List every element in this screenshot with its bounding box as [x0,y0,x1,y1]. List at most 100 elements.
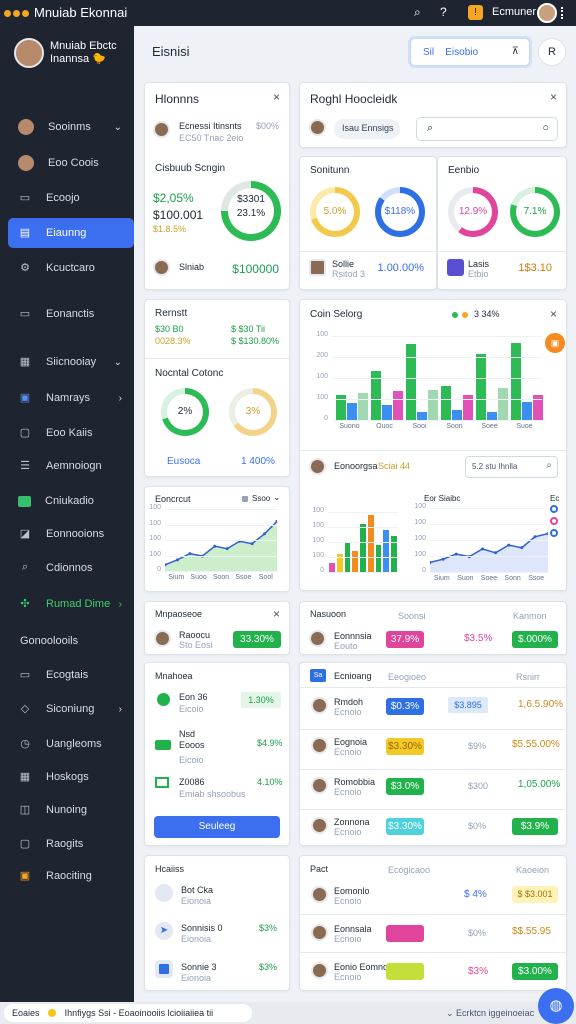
subchart-legend: Ec [550,494,560,503]
gridline [430,508,548,509]
row-sub: Ecnoio [334,896,362,906]
gridline [165,509,277,510]
card-coin-chart: Coin Selorg 3 34% × ▣ Eonoorgsa Sciai 44… [299,299,568,591]
y-tick-label: 100 [149,535,161,542]
x-tick-label: Ouoc [376,423,393,430]
chart-bar [498,388,508,420]
filter-chip[interactable]: Isau Ennsigs [334,119,400,139]
sidebar-item-label: Siconiung [46,703,95,715]
row-percent: $300 [468,781,489,791]
status-badge: $3.9% [512,818,558,835]
gridline [332,336,542,337]
sidebar-item-19[interactable]: ◫ Nunoing [8,795,134,825]
column-header: Kaoeion [516,865,550,875]
row-sub: Rsitod 3 [332,269,366,279]
sidebar-item-12[interactable]: ⌕ Cdionnos [8,553,134,583]
close-icon[interactable]: × [550,307,557,321]
profile-name: Mnuiab Ebctc Inannsa 🐤 [50,40,117,65]
card-rings-a: Sonitunn 5.0% $118% Sollie Rsitod 3 1.00… [299,156,438,290]
sidebar-item-4[interactable]: ⚙ Kcuctcaro [8,253,134,283]
sidebar-item-8[interactable]: ▢ Eoo Kaiis [8,418,134,448]
window-controls[interactable] [4,8,31,20]
close-icon[interactable]: × [550,90,557,104]
x-tick-label: Soon [212,574,230,581]
avatar [311,962,328,979]
y-tick-label: 100 [414,535,426,542]
sidebar-item-11[interactable]: ◪ Eonnooions [8,519,134,549]
help-icon[interactable]: ? [440,5,447,19]
row-value: 1,6.5.90% [518,699,564,710]
y-tick-label: 0 [324,415,328,422]
gridline [165,555,277,557]
status-dot-icon [48,1009,57,1017]
avatar [311,737,328,754]
sidebar-item-3[interactable]: ▤ Eiaunng [8,218,134,248]
sidebar-item-6[interactable]: ▦ Siicnooiay ⌄ [8,347,134,377]
gridline [328,512,398,513]
sidebar-item-13[interactable]: ✣ Rumad Dime › [8,589,134,619]
status-pill[interactable]: Eoaies Ihnfiygs Ssi - Eoaoinooiis lcioii… [4,1004,252,1022]
box-icon: ◪ [19,528,31,540]
sidebar-item-18[interactable]: ▦ Hoskogs [8,762,134,792]
status-badge: $3.30% [386,738,424,755]
row-sub: Eouto [334,641,358,651]
sidebar-profile[interactable]: Mnuiab Ebctc Inannsa 🐤 [14,38,117,71]
row-value: 1.00.00% [377,262,424,274]
column-header: Rsnirr [516,672,540,682]
sidebar-item-5[interactable]: ▭ Eonanctis [8,299,134,329]
chart-bar [452,409,462,420]
legend-swatch [242,496,248,502]
close-icon[interactable]: × [273,90,280,104]
donut-label: $118% [384,206,416,217]
row-name: Romobbia [334,777,376,787]
card-title: Rernstt [155,308,188,319]
card-title: Hlonnns [155,92,200,106]
sidebar-item-label: Rumad Dime [46,598,111,610]
footer-link[interactable]: Eusoca [167,456,200,467]
search-icon: ○ [542,122,549,134]
chevron-down-icon[interactable]: ⌄ [273,492,281,503]
sidebar-item-20[interactable]: ▢ Raogits [8,829,134,859]
mail-icon [155,777,169,788]
sidebar: Mnuiab Ebctc Inannsa 🐤 Sooinms ⌄ Eoo Cooi… [0,26,134,1002]
clear-icon[interactable]: ⊼ [512,46,519,57]
card-title: Mnahoea [155,671,193,681]
search-input[interactable]: Sil Eisobio ⊼ [410,38,530,66]
sidebar-item-10[interactable]: Cniukadio [8,486,134,516]
sidebar-item-0[interactable]: Sooinms ⌄ [8,112,134,142]
search-icon[interactable]: ⌕ [414,5,421,20]
sidebar-item-17[interactable]: ◷ Uangleoms [8,729,134,759]
donut-bottom-label: 23.1% [236,208,266,219]
sidebar-item-2[interactable]: ▭ Ecoojo [8,183,134,213]
sidebar-item-16[interactable]: ◇ Siconiung › [8,694,134,724]
card-title: Eoncrcut [155,494,191,504]
warning-icon[interactable]: ▣ [545,333,565,353]
clipboard-icon: ▭ [19,669,31,681]
sidebar-item-1[interactable]: Eoo Coois [8,148,134,178]
y-tick-label: 0 [320,567,324,574]
sidebar-item-14[interactable]: Gonoolooils [8,626,134,656]
primary-button[interactable]: Seuleeg [154,816,280,838]
divider [145,358,291,359]
topbar-username[interactable]: Ecmuner [492,6,536,18]
chat-fab-button[interactable]: ◍ [538,988,574,1024]
sidebar-item-label: Eoo Kaiis [46,427,93,439]
chart-bar [382,404,392,420]
more-icon[interactable] [561,7,567,19]
sidebar-item-9[interactable]: ☰ Aemnoiogn [8,451,134,481]
column-header: Eeogioeo [388,672,427,682]
sidebar-item-label: Siicnooiay [46,356,97,368]
search-input[interactable]: 5.2 stu Ihnlla ⌕ [465,456,558,478]
row-value: 1,05.00% [518,779,561,790]
avatar[interactable] [537,3,557,23]
gridline [165,540,277,541]
close-icon[interactable]: × [273,607,280,621]
sidebar-item-7[interactable]: ▣ Namrays › [8,383,134,413]
search-input[interactable]: ⌕ ○ [416,117,558,141]
stat-2a: $ $30 Tii [231,324,266,334]
sidebar-item-21[interactable]: ▣ Raociting [8,861,134,891]
user-button[interactable]: R [538,38,566,66]
sidebar-item-15[interactable]: ▭ Ecogtais [8,660,134,690]
notification-icon[interactable]: ! [468,5,483,20]
clipboard-icon: ▭ [19,192,31,204]
